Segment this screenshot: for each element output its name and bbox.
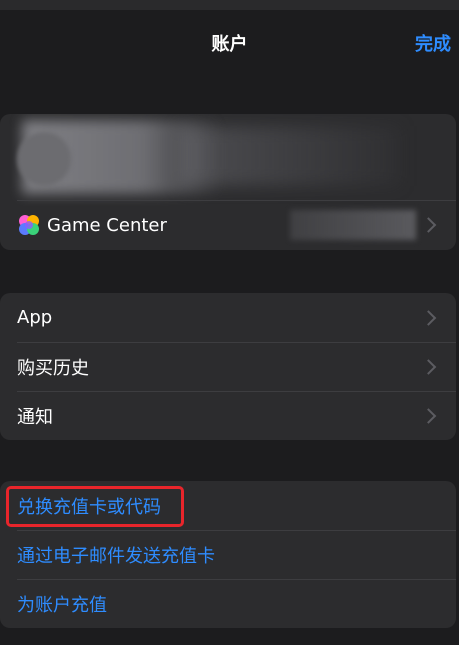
menu-group: App 购买历史 通知	[0, 293, 456, 440]
account-screen: 账户 完成 Game Center App 购买历史 通知 兑换充值卡或代码 通…	[0, 0, 459, 645]
account-profile-row[interactable]	[0, 114, 456, 200]
blurred-game-center-nickname	[290, 210, 416, 240]
profile-group: Game Center	[0, 114, 456, 250]
top-edge	[0, 0, 459, 10]
game-center-row[interactable]: Game Center	[0, 200, 456, 250]
red-highlight-box	[6, 486, 184, 527]
send-gift-card-label: 通过电子邮件发送充值卡	[17, 545, 215, 567]
avatar	[17, 132, 71, 186]
add-funds-label: 为账户充值	[17, 594, 107, 616]
page-title: 账户	[211, 34, 248, 55]
chevron-right-icon	[420, 309, 437, 326]
menu-item-purchase-history[interactable]: 购买历史	[0, 342, 456, 391]
chevron-right-icon	[420, 407, 437, 424]
send-gift-card-by-email-button[interactable]: 通过电子邮件发送充值卡	[0, 530, 456, 579]
chevron-right-icon	[420, 358, 437, 375]
done-button[interactable]: 完成	[415, 30, 451, 56]
chevron-right-icon	[420, 217, 437, 233]
menu-item-label: 购买历史	[17, 357, 89, 379]
menu-item-label: 通知	[17, 406, 53, 428]
game-center-label: Game Center	[47, 214, 167, 236]
navigation-bar: 账户 完成	[0, 10, 459, 74]
add-funds-button[interactable]: 为账户充值	[0, 579, 456, 628]
menu-item-label: App	[17, 307, 53, 328]
menu-item-app[interactable]: App	[0, 293, 456, 342]
menu-item-notifications[interactable]: 通知	[0, 391, 456, 440]
game-center-icon	[19, 215, 39, 235]
